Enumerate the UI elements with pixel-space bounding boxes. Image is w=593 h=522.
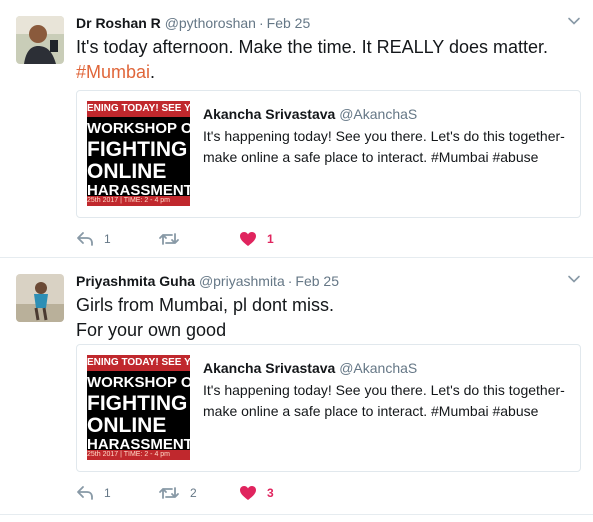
quoted-author: Akancha Srivastava @AkanchaS — [203, 106, 417, 122]
tweet[interactable]: Dr Roshan R @pythoroshan · Feb 25 It's tod… — [0, 0, 593, 258]
heart-icon — [239, 485, 257, 501]
hashtag-link[interactable]: #Mumbai — [76, 62, 150, 82]
poster-band-bottom: 25th 2017 | TIME: 2 - 4 pm — [87, 196, 190, 206]
user-name[interactable]: Dr Roshan R — [76, 15, 161, 31]
poster-band-bottom: 25th 2017 | TIME: 2 - 4 pm — [87, 450, 190, 460]
tweet-text: Girls from Mumbai, pl dont miss. For you… — [76, 293, 576, 343]
avatar[interactable] — [16, 16, 64, 64]
quoted-user-handle: @AkanchaS — [339, 106, 418, 122]
reply-count: 1 — [104, 232, 111, 246]
like-button[interactable]: 1 — [239, 229, 274, 249]
quoted-tweet-text: It's happening today! See you there. Let… — [203, 382, 565, 419]
user-handle[interactable]: @priyashmita — [199, 273, 285, 289]
avatar[interactable] — [16, 274, 64, 322]
reply-icon — [76, 485, 94, 501]
tweet-text-suffix: . — [150, 62, 156, 82]
quoted-tweet-image[interactable]: ENING TODAY! SEE Y WORKSHOP ON FIGHTING … — [87, 101, 190, 206]
reply-button[interactable]: 1 — [76, 229, 111, 249]
tweet-text: It's today afternoon. Make the time. It … — [76, 35, 576, 85]
poster-line: ONLINE — [87, 415, 167, 436]
tweet-text-line: Girls from Mumbai, pl dont miss. — [76, 295, 335, 315]
separator-dot: · — [287, 273, 293, 289]
tweet-actions: 1 1 — [76, 229, 476, 249]
tweet-text-line: It's today afternoon. Make the time. It … — [76, 37, 549, 57]
user-name[interactable]: Priyashmita Guha — [76, 273, 195, 289]
like-count: 3 — [267, 486, 274, 500]
tweet-header: Priyashmita Guha @priyashmita · Feb 25 — [76, 273, 339, 289]
reply-icon — [76, 231, 94, 247]
retweet-icon — [158, 231, 180, 247]
separator-dot: · — [258, 15, 264, 31]
like-button[interactable]: 3 — [239, 483, 274, 503]
poster-band-top: ENING TODAY! SEE Y — [87, 101, 190, 117]
retweet-button[interactable]: 2 — [158, 483, 197, 503]
quoted-author: Akancha Srivastava @AkanchaS — [203, 360, 417, 376]
retweet-button[interactable] — [158, 229, 190, 249]
tweet-date[interactable]: Feb 25 — [295, 273, 339, 289]
quoted-user-name: Akancha Srivastava — [203, 106, 336, 122]
poster-line: ONLINE — [87, 161, 167, 182]
heart-icon — [239, 231, 257, 247]
quoted-user-handle: @AkanchaS — [339, 360, 418, 376]
reply-button[interactable]: 1 — [76, 483, 111, 503]
poster-line: FIGHTING — [87, 139, 188, 160]
quoted-tweet-image[interactable]: ENING TODAY! SEE Y WORKSHOP ON FIGHTING … — [87, 355, 190, 460]
quoted-tweet[interactable]: ENING TODAY! SEE Y WORKSHOP ON FIGHTING … — [76, 90, 581, 218]
tweet[interactable]: Priyashmita Guha @priyashmita · Feb 25 Gir… — [0, 258, 593, 515]
tweet-header: Dr Roshan R @pythoroshan · Feb 25 — [76, 15, 310, 31]
quoted-user-name: Akancha Srivastava — [203, 360, 336, 376]
poster-line: WORKSHOP ON — [87, 121, 190, 136]
reply-count: 1 — [104, 486, 111, 500]
tweet-text-line: For your own good — [76, 320, 227, 340]
like-count: 1 — [267, 232, 274, 246]
tweet-date[interactable]: Feb 25 — [267, 15, 311, 31]
quoted-tweet-text: It's happening today! See you there. Let… — [203, 128, 565, 165]
poster-line: FIGHTING — [87, 393, 188, 414]
caret-down-icon[interactable] — [567, 272, 581, 286]
poster-line: WORKSHOP ON — [87, 375, 190, 390]
retweet-icon — [158, 485, 180, 501]
quoted-tweet[interactable]: ENING TODAY! SEE Y WORKSHOP ON FIGHTING … — [76, 344, 581, 472]
retweet-count: 2 — [190, 486, 197, 500]
tweet-actions: 1 2 3 — [76, 483, 476, 503]
poster-band-top: ENING TODAY! SEE Y — [87, 355, 190, 371]
caret-down-icon[interactable] — [567, 14, 581, 28]
user-handle[interactable]: @pythoroshan — [165, 15, 256, 31]
